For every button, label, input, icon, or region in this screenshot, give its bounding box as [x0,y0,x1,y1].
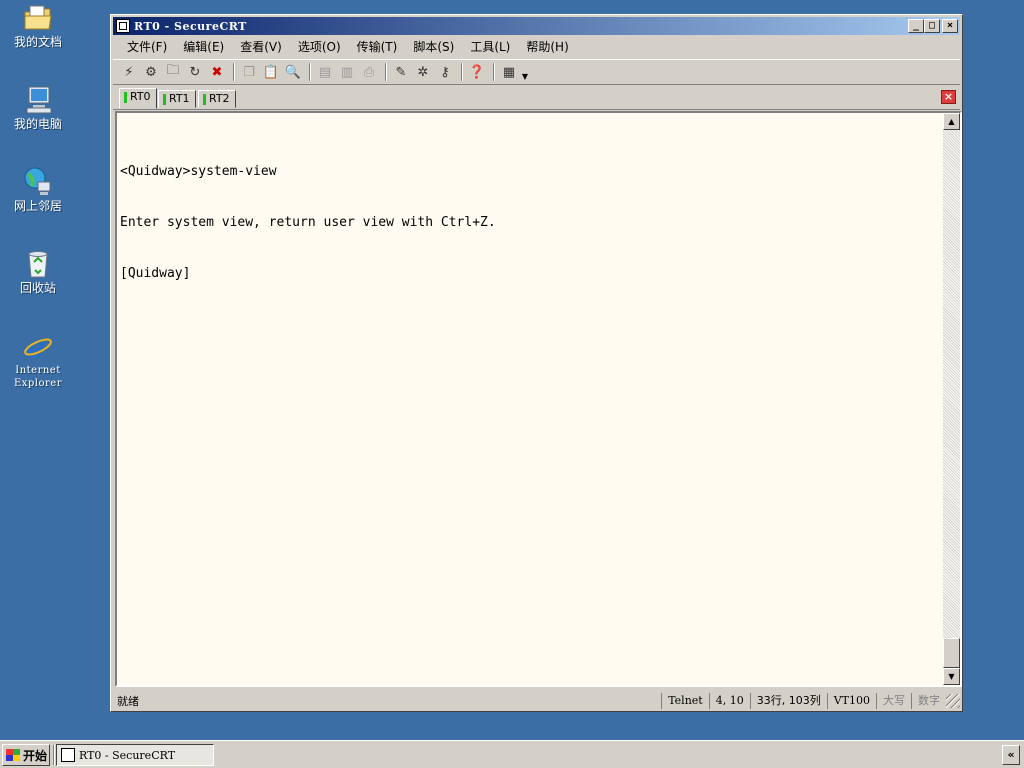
session-tabs: RT0 RT1 RT2 × [113,87,960,110]
securecrt-window: RT0 - SecureCRT _ □ × 文件(F) 编辑(E) 查看(V) … [110,14,963,712]
terminal-line: <Quidway>system-view [120,164,277,179]
toolbar-separator [385,63,387,81]
terminal-frame: <Quidway>system-view Enter system view, … [115,111,962,687]
connect-icon[interactable]: ⚡ [119,62,139,82]
desktop-icon-label: 网上邻居 [13,199,62,213]
menu-file[interactable]: 文件(F) [119,37,175,57]
desktop-icon-label-line2: Explorer [13,378,63,389]
internet-explorer-icon: e [22,330,54,365]
tab-connected-indicator [124,92,127,103]
tab-rt2[interactable]: RT2 [198,90,236,108]
scroll-down-icon[interactable]: ▼ [943,668,960,685]
print-icon[interactable]: ⎙ [359,62,379,82]
desktop-icon-label: 我的电脑 [13,117,62,131]
network-places-icon [22,166,54,198]
quick-connect-icon[interactable]: ⚙ [141,62,161,82]
global-options-icon[interactable]: ✲ [413,62,433,82]
keyboard-icon[interactable]: ▦ [499,62,519,82]
recycle-bin-icon [22,248,54,280]
my-documents-icon [22,2,54,34]
status-emulation: VT100 [826,693,876,709]
toolbar-separator [461,63,463,81]
print-screen-icon[interactable]: ▤ [315,62,335,82]
my-computer-icon [22,84,54,116]
status-protocol: Telnet [661,693,709,709]
menu-edit[interactable]: 编辑(E) [175,37,232,57]
menu-help[interactable]: 帮助(H) [518,37,576,57]
toolbar-dropdown-icon[interactable]: ▼ [521,63,529,81]
minimize-button[interactable]: _ [908,19,924,33]
desktop-icon-recycle-bin[interactable]: 回收站 [4,248,72,295]
find-icon[interactable]: 🔍 [283,62,303,82]
taskbar-separator [53,745,55,765]
desktop-icon-my-computer[interactable]: 我的电脑 [4,84,72,131]
tab-connected-indicator [203,94,206,105]
status-cursor-position: 4, 10 [708,693,750,709]
taskbar-item-securecrt[interactable]: RT0 - SecureCRT [56,744,214,766]
menu-tools[interactable]: 工具(L) [462,37,518,57]
status-ready: 就绪 [117,695,139,708]
window-title: RT0 - SecureCRT [134,19,247,33]
terminal-line: [Quidway] [120,266,191,281]
status-size: 33行, 103列 [749,693,827,709]
securecrt-app-icon[interactable] [116,19,130,33]
toolbar: ⚡ ⚙ 🗀 ↻ ✖ ❐ 📋 🔍 ▤ ▥ ⎙ ✎ ✲ ⚷ ❓ ▦ ▼ [113,59,960,85]
securecrt-app-icon [61,748,75,762]
resize-grip-icon[interactable] [946,694,960,708]
status-num: 数字 [911,693,946,709]
print-selection-icon[interactable]: ▥ [337,62,357,82]
menu-view[interactable]: 查看(V) [232,37,290,57]
desktop-icon-label: 回收站 [19,281,56,295]
tab-label: RT2 [209,92,230,105]
start-button[interactable]: 开始 [2,744,50,766]
desktop-icon-network-places[interactable]: 网上邻居 [4,166,72,213]
start-label: 开始 [23,748,48,763]
disconnect-icon[interactable]: ✖ [207,62,227,82]
desktop-icon-label: 我的文档 [13,35,62,49]
tab-rt1[interactable]: RT1 [158,90,196,108]
copy-icon[interactable]: ❐ [239,62,259,82]
close-tab-icon[interactable]: × [941,90,956,104]
vertical-scrollbar[interactable]: ▲ ▼ [943,113,960,685]
terminal-line: Enter system view, return user view with… [120,215,496,230]
scrollbar-track[interactable] [943,130,960,638]
desktop-icon-internet-explorer[interactable]: e Internet Explorer [4,330,72,390]
tab-label: RT0 [130,90,151,103]
session-options-icon[interactable]: ✎ [391,62,411,82]
help-icon[interactable]: ❓ [467,62,487,82]
terminal-output[interactable]: <Quidway>system-view Enter system view, … [117,113,943,685]
scroll-up-icon[interactable]: ▲ [943,113,960,130]
key-map-icon[interactable]: ⚷ [435,62,455,82]
menu-transfer[interactable]: 传输(T) [349,37,406,57]
menubar: 文件(F) 编辑(E) 查看(V) 选项(O) 传输(T) 脚本(S) 工具(L… [113,37,960,57]
toolbar-separator [233,63,235,81]
close-button[interactable]: × [942,19,958,33]
statusbar: 就绪 Telnet 4, 10 33行, 103列 VT100 大写 数字 [113,691,960,711]
window-titlebar[interactable]: RT0 - SecureCRT _ □ × [113,17,960,35]
scrollbar-thumb[interactable] [943,638,960,668]
tray-expand-button[interactable]: « [1002,745,1020,765]
maximize-button[interactable]: □ [924,19,940,33]
menu-script[interactable]: 脚本(S) [405,37,462,57]
paste-icon[interactable]: 📋 [261,62,281,82]
desktop-icon-my-documents[interactable]: 我的文档 [4,2,72,49]
menu-options[interactable]: 选项(O) [290,37,349,57]
taskbar: 开始 RT0 - SecureCRT « [0,740,1024,768]
taskbar-item-label: RT0 - SecureCRT [79,748,176,762]
toolbar-separator [493,63,495,81]
tab-connected-indicator [163,94,166,105]
reconnect-icon[interactable]: ↻ [185,62,205,82]
desktop-icon-label-line1: Internet [15,365,61,376]
tab-label: RT1 [169,92,190,105]
status-caps: 大写 [876,693,911,709]
windows-logo-icon [6,749,20,761]
toolbar-separator [309,63,311,81]
tab-rt0[interactable]: RT0 [119,88,157,109]
connect-in-tab-icon[interactable]: 🗀 [163,62,183,82]
